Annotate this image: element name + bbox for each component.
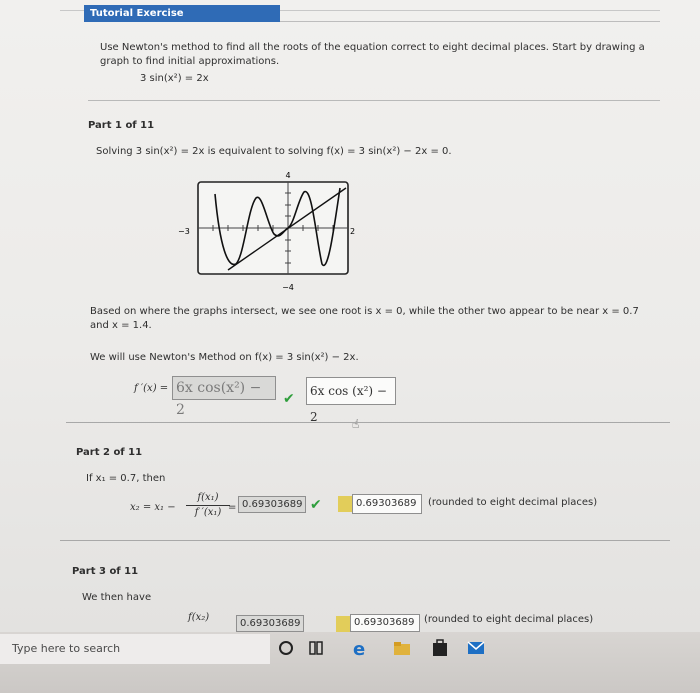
fprime-answer-box: 6x cos (x²) − 2 [306,377,396,424]
part2-label: Part 2 of 11 [76,447,143,458]
cortana-icon[interactable] [276,638,296,658]
fprime-answer-field[interactable]: 6x cos(x²) − 2 [172,376,276,418]
section-divider [88,100,660,101]
key-icon-2 [336,616,350,632]
part1-label: Part 1 of 11 [88,120,155,131]
page-title: Tutorial Exercise [84,5,280,22]
part1-newton-text: We will use Newton's Method on f(x) = 3 … [90,352,359,363]
part1-based-line2: and x = 1.4. [90,320,152,331]
graph-ybottom-label: −4 [282,283,294,292]
svg-text:e: e [353,639,365,658]
equals-sign: = [228,502,237,513]
title-underline [280,21,660,22]
x2-check-icon: ✔ [310,497,322,513]
key-icon [338,496,352,512]
graph-xright-label: 2 [350,227,355,236]
part2-if-text: If x₁ = 0.7, then [86,473,166,484]
problem-equation: 3 sin(x²) = 2x [140,73,209,84]
fraction-bar [186,505,230,506]
graph-xleft-label: −3 [178,227,190,236]
part3-partial-frac: f(x₂) [188,612,210,623]
x3-answer-field[interactable]: 0.69303689 [236,615,304,632]
fraction-denominator: f ′(x₁) [194,507,222,518]
mouse-cursor-icon: ☝ [352,417,360,431]
graph-ytop-label: 4 [285,171,290,180]
windows-taskbar: Type here to search e [0,632,700,693]
problem-text-line2: graph to find initial approximations. [100,56,280,67]
x2-lhs: x₂ = x₁ − [130,502,176,513]
x3-rounded-note: (rounded to eight decimal places) [424,614,594,625]
part1-based-line1: Based on where the graphs intersect, we … [90,306,639,317]
x2-rounded-box: 0.69303689 [352,494,422,514]
fprime-label: f ′(x) = [134,383,169,394]
x2-answer-field[interactable]: 0.69303689 [238,496,306,513]
store-icon[interactable] [430,638,450,658]
edge-browser-icon[interactable]: e [350,638,370,660]
part3-label: Part 3 of 11 [72,566,139,577]
file-explorer-icon[interactable] [392,638,412,658]
exercise-page: Tutorial Exercise Use Newton's method to… [0,0,700,632]
part1-graph: 4 −4 −3 2 [178,171,355,292]
problem-text-line1: Use Newton's method to find all the root… [100,42,645,53]
part2-divider [60,540,670,541]
part3-we-then: We then have [82,592,152,603]
x2-rounded-note: (rounded to eight decimal places) [428,497,598,508]
x3-rounded-box: 0.69303689 [350,614,420,632]
taskbar-search-input[interactable]: Type here to search [0,634,270,664]
fprime-check-icon: ✔ [283,391,295,407]
fraction-numerator: f(x₁) [197,492,219,503]
part1-solving-text: Solving 3 sin(x²) = 2x is equivalent to … [96,146,452,157]
part1-divider [66,422,670,423]
mail-icon[interactable] [466,638,486,658]
task-view-icon[interactable] [306,638,326,658]
